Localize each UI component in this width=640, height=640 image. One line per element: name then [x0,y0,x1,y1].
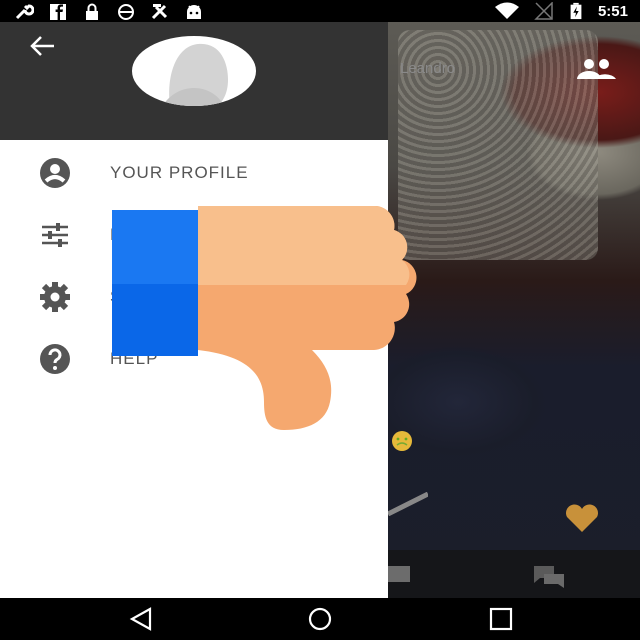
video-bottom-left-icon[interactable] [388,566,410,582]
caller-name: Leandro [400,60,456,77]
gear-icon [40,282,70,312]
help-icon [40,344,70,374]
battery-charging-icon [570,2,582,20]
wrench-icon [15,4,34,20]
status-time: 5:51 [597,2,628,20]
people-icon[interactable] [574,58,618,80]
lock-icon [86,3,98,20]
heart-icon[interactable] [564,504,600,534]
status-bar: 5:51 [0,0,640,22]
account-circle-icon [40,158,70,188]
sliders-icon [42,223,68,247]
chat-icon[interactable] [532,564,566,590]
screen: 5:51 Leandro YOUR PROFILE HELP [0,0,640,640]
wifi-icon [494,2,519,19]
home-circle-icon[interactable] [305,606,335,632]
avatar[interactable] [132,36,256,106]
menu-item-label: YOUR PROFILE [110,163,249,182]
back-triangle-icon[interactable] [126,606,156,632]
fake-gps-icon [151,4,168,20]
video-background[interactable]: Leandro [388,22,640,598]
profile-silhouette-icon [162,43,228,106]
thumbs-down-icon [112,206,417,430]
drawer-header [0,22,388,140]
facebook-icon [50,4,66,20]
video-bottom-bar [388,550,640,598]
no-signal-icon [534,2,553,20]
angry-emoji-icon [392,431,412,451]
menu-item-your-profile[interactable]: YOUR PROFILE [0,142,388,204]
navigation-bar [0,598,640,640]
android-icon [187,5,201,19]
circle-icon [118,4,134,20]
status-right-icons: 5:51 [494,2,628,20]
recents-square-icon[interactable] [486,606,516,632]
status-left-icons [14,3,204,21]
arrow-back-icon[interactable] [28,34,56,58]
drawing-stroke [388,492,428,516]
